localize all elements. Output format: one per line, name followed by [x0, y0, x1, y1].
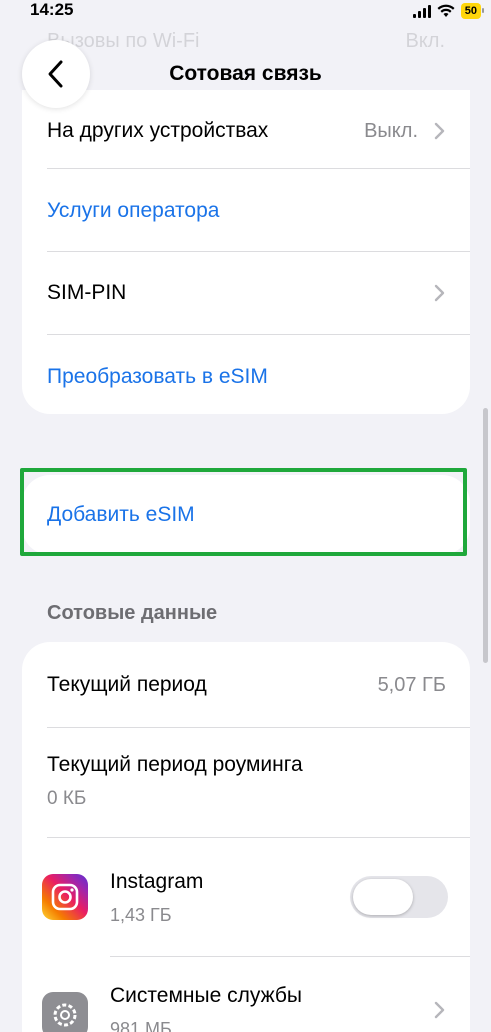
scrollbar[interactable]	[483, 408, 488, 663]
convert-esim-row[interactable]: Преобразовать в eSIM	[47, 354, 470, 400]
instagram-usage: 1,43 ГБ	[110, 905, 172, 925]
divider	[47, 334, 470, 335]
other-devices-value: Выкл.	[364, 119, 418, 142]
battery-icon: 50	[460, 3, 485, 19]
toggle-knob	[353, 879, 413, 915]
section-header-cellular-data: Сотовые данные	[47, 602, 218, 624]
operator-services-link: Услуги оператора	[47, 199, 220, 222]
other-devices-label: На других устройствах	[47, 119, 269, 142]
divider	[47, 837, 470, 838]
divider	[47, 251, 470, 252]
status-time: 14:25	[30, 0, 74, 19]
cellular-data-group: Текущий период 5,07 ГБ Текущий период ро…	[22, 642, 470, 1032]
current-period-row: Текущий период 5,07 ГБ	[47, 662, 470, 708]
roaming-period-value: 0 КБ	[47, 788, 87, 809]
operator-services-row[interactable]: Услуги оператора	[47, 188, 470, 234]
chevron-right-icon	[434, 1001, 445, 1019]
sim-pin-row[interactable]: SIM-PIN	[47, 270, 470, 316]
sim-pin-label: SIM-PIN	[47, 281, 127, 304]
divider	[47, 168, 470, 169]
convert-esim-link: Преобразовать в eSIM	[47, 365, 268, 388]
roaming-period-label: Текущий период роуминга	[47, 753, 303, 776]
instagram-cellular-toggle[interactable]	[350, 876, 448, 918]
roaming-period-row: Текущий период роуминга	[47, 745, 470, 785]
wifi-icon	[437, 4, 455, 17]
navigation-bar: Сотовая связь	[0, 40, 491, 110]
gear-icon	[42, 992, 88, 1032]
status-icons: 50	[412, 3, 485, 19]
instagram-icon	[42, 874, 88, 920]
chevron-right-icon	[434, 122, 445, 140]
system-services-name[interactable]: Системные службы	[110, 984, 302, 1008]
current-period-label: Текущий период	[47, 673, 207, 696]
cellular-signal-icon	[412, 4, 431, 18]
settings-group-sim: На других устройствах Выкл. Услуги опера…	[22, 90, 470, 414]
chevron-right-icon	[434, 284, 445, 302]
status-bar: 14:25 50	[0, 0, 491, 24]
other-devices-row[interactable]: На других устройствах Выкл.	[47, 108, 470, 154]
instagram-name: Instagram	[110, 870, 204, 893]
page-title: Сотовая связь	[169, 62, 322, 85]
divider	[110, 956, 470, 957]
current-period-value: 5,07 ГБ	[377, 673, 446, 696]
divider	[47, 727, 470, 728]
highlight-frame	[20, 468, 467, 556]
